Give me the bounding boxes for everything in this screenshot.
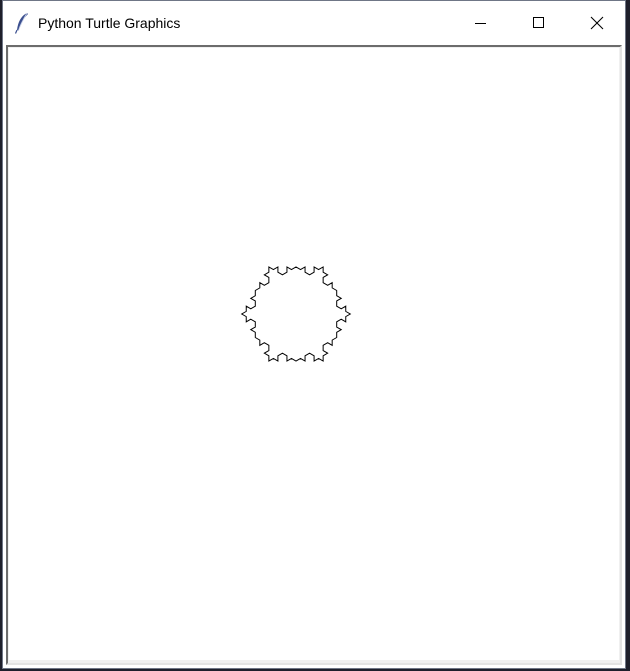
minimize-icon: [475, 23, 486, 24]
canvas-frame: [6, 45, 622, 665]
title-bar[interactable]: Python Turtle Graphics: [3, 1, 625, 45]
snowflake-outline: [240, 266, 352, 362]
minimize-button[interactable]: [452, 1, 510, 45]
close-icon: [590, 16, 604, 30]
maximize-icon: [533, 17, 544, 28]
maximize-button[interactable]: [510, 1, 568, 45]
feather-icon: [14, 12, 30, 34]
turtle-canvas[interactable]: [9, 48, 619, 660]
window-title: Python Turtle Graphics: [38, 15, 181, 31]
close-button[interactable]: [568, 1, 626, 45]
turtle-window: Python Turtle Graphics: [2, 0, 626, 669]
koch-snowflake-drawing: [240, 266, 352, 362]
